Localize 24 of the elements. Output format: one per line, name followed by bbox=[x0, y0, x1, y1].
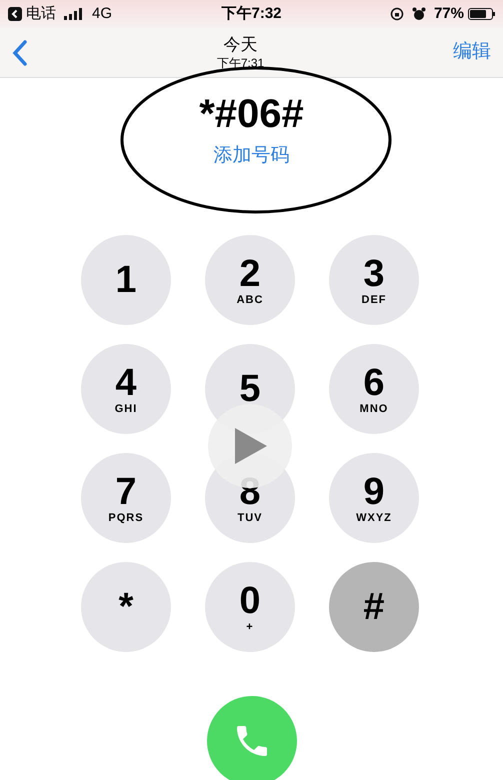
battery-icon bbox=[468, 8, 495, 20]
dial-key[interactable]: 3 DEF bbox=[329, 235, 419, 325]
signal-icon bbox=[64, 8, 84, 20]
dial-key[interactable]: 2 ABC bbox=[205, 235, 295, 325]
dial-key[interactable]: 4 GHI bbox=[81, 344, 171, 434]
dial-key[interactable]: * bbox=[81, 562, 171, 652]
dial-key[interactable]: 0 + bbox=[205, 562, 295, 652]
dial-key[interactable]: 6 MNO bbox=[329, 344, 419, 434]
nav-title: 今天 bbox=[223, 34, 258, 54]
back-chevron-icon[interactable] bbox=[12, 40, 28, 66]
nav-subtitle: 下午7:31 bbox=[216, 54, 264, 70]
clock: 下午7:32 bbox=[221, 4, 282, 24]
rotation-lock-icon bbox=[390, 7, 404, 21]
dialed-number: *#06# bbox=[199, 91, 304, 138]
back-to-app-link[interactable]: 电话 bbox=[26, 2, 56, 26]
edit-button[interactable]: 编辑 bbox=[452, 38, 491, 67]
add-number-link[interactable]: 添加号码 bbox=[214, 142, 290, 170]
battery-percent: 77% bbox=[434, 4, 464, 24]
dial-key[interactable]: 9 WXYZ bbox=[329, 453, 419, 543]
back-icon[interactable] bbox=[8, 7, 22, 21]
dial-key[interactable]: # bbox=[329, 562, 419, 652]
network-label: 4G bbox=[92, 4, 112, 24]
dial-key[interactable]: 7 PQRS bbox=[81, 453, 171, 543]
dial-key[interactable]: 1 bbox=[81, 235, 171, 325]
